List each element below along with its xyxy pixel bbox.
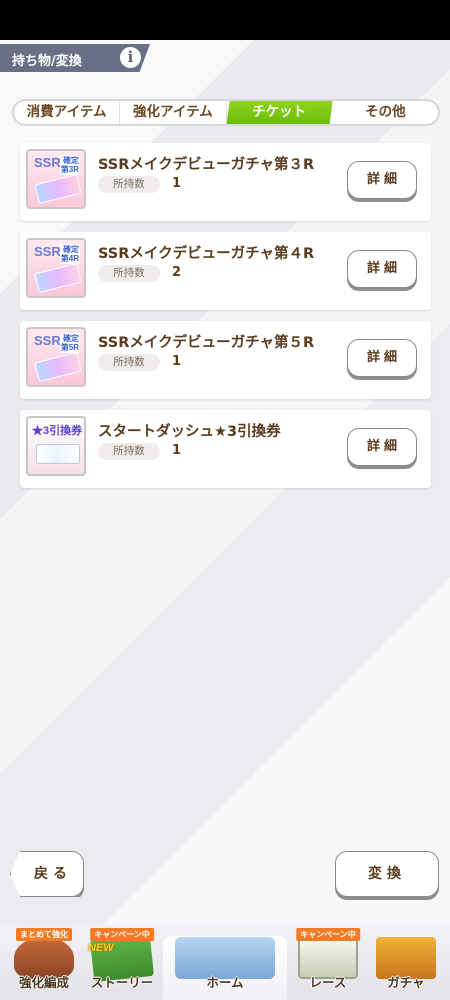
ticket-list: SSR 確定 第3R SSRメイクデビューガチャ第３R 所持数 1 詳細 SSR …: [20, 143, 431, 838]
ticket-thumbnail: SSR 確定 第3R: [26, 149, 86, 209]
new-badge: NEW: [88, 942, 114, 954]
ticket-icon: [34, 262, 82, 294]
list-item: SSR 確定 第4R SSRメイクデビューガチャ第４R 所持数 2 詳細: [20, 232, 431, 310]
nav-label: ホーム: [206, 975, 244, 990]
ticket-thumbnail: SSR 確定 第5R: [26, 327, 86, 387]
tab-tickets[interactable]: チケット: [226, 101, 333, 124]
ssr-badge: SSR: [34, 155, 61, 170]
nav-tag: キャンペーン中: [90, 928, 154, 941]
ssr-badge: SSR: [34, 244, 61, 259]
item-name: SSRメイクデビューガチャ第５R: [98, 335, 315, 351]
list-item: SSR 確定 第3R SSRメイクデビューガチャ第３R 所持数 1 詳細: [20, 143, 431, 221]
owned-count-label: 所持数: [98, 443, 160, 460]
detail-button[interactable]: 詳細: [347, 428, 417, 466]
badge-sub-label: 確定 第4R: [59, 244, 80, 264]
list-item: SSR 確定 第5R SSRメイクデビューガチャ第５R 所持数 1 詳細: [20, 321, 431, 399]
nav-label: 強化編成: [18, 975, 69, 990]
owned-count-label: 所持数: [98, 354, 160, 371]
ticket-icon: [34, 351, 82, 383]
nav-race[interactable]: キャンペーン中 レース: [290, 925, 366, 1000]
tab-bar: 消費アイテム 強化アイテム チケット その他: [12, 99, 440, 126]
nav-home[interactable]: ホーム: [167, 925, 283, 1000]
status-bar: [0, 0, 450, 40]
tab-other[interactable]: その他: [333, 101, 438, 124]
nav-gacha[interactable]: ガチャ: [368, 925, 444, 1000]
item-name: SSRメイクデビューガチャ第３R: [98, 157, 315, 173]
owned-count-label: 所持数: [98, 176, 160, 193]
ticket-thumbnail: ★3引換券: [26, 416, 86, 476]
nav-label: ガチャ: [387, 975, 425, 990]
nav-enhance[interactable]: まとめて強化 強化編成: [6, 925, 82, 1000]
owned-count: 2: [172, 265, 182, 280]
owned-count: 1: [172, 176, 182, 191]
nav-tag: キャンペーン中: [296, 928, 360, 941]
item-name: スタートダッシュ★3引換券: [98, 424, 281, 440]
nav-label: ストーリー: [90, 975, 154, 990]
list-item: ★3引換券 スタートダッシュ★3引換券 所持数 1 詳細: [20, 410, 431, 488]
detail-button[interactable]: 詳細: [347, 161, 417, 199]
ticket-thumbnail: SSR 確定 第4R: [26, 238, 86, 298]
info-icon[interactable]: i: [120, 47, 141, 68]
page-title: 持ち物/変換: [12, 54, 82, 69]
owned-count: 1: [172, 443, 182, 458]
badge-sub-label: 確定 第5R: [59, 333, 80, 353]
ticket-icon: [34, 173, 82, 205]
nav-label: レース: [309, 975, 347, 990]
star3-badge: ★3引換券: [32, 425, 83, 437]
item-name: SSRメイクデビューガチャ第４R: [98, 246, 315, 262]
back-button[interactable]: 戻る: [10, 851, 84, 897]
tab-enhancement-items[interactable]: 強化アイテム: [120, 101, 227, 124]
ticket-icon: [36, 444, 80, 464]
detail-button[interactable]: 詳細: [347, 339, 417, 377]
owned-count: 1: [172, 354, 182, 369]
ssr-badge: SSR: [34, 333, 61, 348]
detail-button[interactable]: 詳細: [347, 250, 417, 288]
nav-tag: まとめて強化: [16, 928, 72, 941]
badge-sub-label: 確定 第3R: [59, 155, 80, 175]
owned-count-label: 所持数: [98, 265, 160, 282]
nav-story[interactable]: キャンペーン中 ストーリー: [84, 925, 160, 1000]
exchange-button[interactable]: 変換: [335, 851, 439, 897]
tab-consumables[interactable]: 消費アイテム: [14, 101, 121, 124]
